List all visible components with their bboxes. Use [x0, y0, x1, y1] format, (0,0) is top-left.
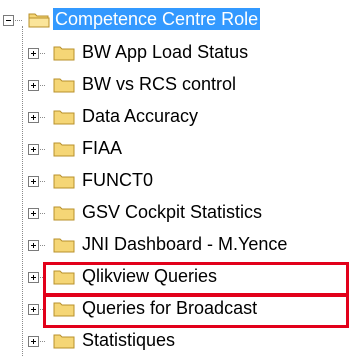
- collapse-icon[interactable]: [3, 15, 14, 26]
- highlight-box-qlikview-queries: [43, 262, 349, 296]
- tree-node-label: FIAA: [82, 138, 123, 158]
- expand-icon[interactable]: [28, 240, 39, 251]
- expand-icon[interactable]: [28, 144, 39, 155]
- expand-icon[interactable]: [28, 80, 39, 91]
- folder-icon: [53, 334, 75, 349]
- folder-icon: [53, 238, 75, 253]
- tree-node-root[interactable]: Competence Centre Role: [0, 6, 359, 38]
- folder-icon: [53, 46, 75, 61]
- tree-node-statistiques[interactable]: Statistiques: [0, 326, 359, 358]
- folder-icon: [53, 174, 75, 189]
- folder-icon: [53, 142, 75, 157]
- tree-node-label: BW vs RCS control: [82, 74, 237, 94]
- folder-icon: [53, 78, 75, 93]
- tree-node-bw-app-load-status[interactable]: BW App Load Status: [0, 38, 359, 70]
- expand-icon[interactable]: [28, 176, 39, 187]
- folder-open-icon: [28, 13, 50, 28]
- tree-node-bw-vs-rcs-control[interactable]: BW vs RCS control: [0, 70, 359, 102]
- folder-icon: [53, 110, 75, 125]
- highlight-box-queries-for-broadcast: [43, 294, 349, 328]
- tree-node-gsv-cockpit-statistics[interactable]: GSV Cockpit Statistics: [0, 198, 359, 230]
- folder-tree: Competence Centre Role BW App Load Statu…: [0, 0, 359, 362]
- tree-node-label: Data Accuracy: [82, 106, 199, 126]
- tree-node-fiaa[interactable]: FIAA: [0, 134, 359, 166]
- tree-node-label: Competence Centre Role: [53, 8, 261, 30]
- tree-node-label: Statistiques: [82, 330, 176, 350]
- expand-icon[interactable]: [28, 272, 39, 283]
- tree-node-label: GSV Cockpit Statistics: [82, 202, 263, 222]
- tree-node-label: JNI Dashboard - M.Yence: [82, 234, 288, 254]
- folder-icon: [53, 206, 75, 221]
- expand-icon[interactable]: [28, 208, 39, 219]
- tree-node-funct0[interactable]: FUNCT0: [0, 166, 359, 198]
- expand-icon[interactable]: [28, 304, 39, 315]
- tree-node-label: FUNCT0: [82, 170, 153, 190]
- expand-icon[interactable]: [28, 48, 39, 59]
- tree-node-data-accuracy[interactable]: Data Accuracy: [0, 102, 359, 134]
- tree-node-jni-dashboard[interactable]: JNI Dashboard - M.Yence: [0, 230, 359, 262]
- expand-icon[interactable]: [28, 336, 39, 347]
- tree-node-label: BW App Load Status: [82, 42, 249, 62]
- expand-icon[interactable]: [28, 112, 39, 123]
